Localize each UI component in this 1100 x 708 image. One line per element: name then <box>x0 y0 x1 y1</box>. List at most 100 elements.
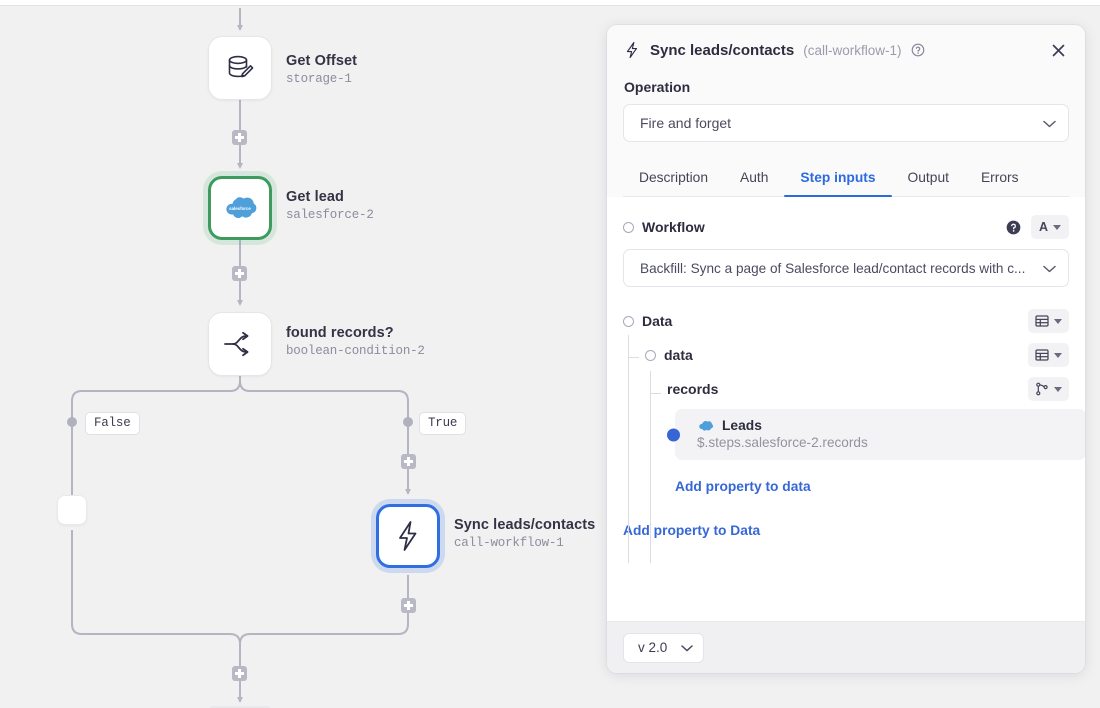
data-type-selector[interactable] <box>1028 309 1069 333</box>
canvas-node-boolean-condition-2[interactable] <box>208 312 272 376</box>
tree-guide-line-1 <box>628 335 629 563</box>
leads-value-card[interactable]: Leads $.steps.salesforce-2.records <box>667 409 1085 460</box>
records-row-actions <box>1028 377 1069 401</box>
canvas-node-empty-placeholder[interactable] <box>57 495 87 525</box>
records-type-selector[interactable] <box>1028 377 1069 401</box>
version-select[interactable]: v 2.0 <box>623 632 705 663</box>
tree-guide-line-2 <box>628 357 639 358</box>
panel-body: Workflow A Backfill: Sync a page of Sale… <box>607 197 1085 621</box>
workflow-value-text: Backfill: Sync a page of Salesforce lead… <box>640 260 1026 276</box>
data-child-radio-toggle[interactable] <box>645 349 656 361</box>
operation-label: Operation <box>624 79 691 95</box>
tab-errors[interactable]: Errors <box>965 160 1035 196</box>
add-property-to-Data-link[interactable]: Add property to Data <box>623 523 760 538</box>
add-property-to-data-wrap: Add property to data <box>675 478 1069 496</box>
branch-handle-false[interactable] <box>67 417 77 427</box>
node-title: found records? <box>286 325 394 341</box>
workflow-row-actions: A <box>1006 215 1069 239</box>
data-child-row-actions <box>1028 343 1069 367</box>
table-object-icon <box>1035 315 1049 327</box>
canvas-node-label-call-workflow-1: Sync leads/contacts call-workflow-1 <box>454 517 595 550</box>
data-child-type-selector[interactable] <box>1028 343 1069 367</box>
version-value: v 2.0 <box>638 640 668 655</box>
workflow-type-selector[interactable]: A <box>1031 215 1069 239</box>
canvas-node-label-salesforce-2: Get lead salesforce-2 <box>286 189 374 222</box>
chevron-down-icon <box>1054 352 1062 358</box>
chevron-down-icon <box>1053 224 1062 230</box>
canvas-node-label-boolean-condition-2: found records? boolean-condition-2 <box>286 325 425 358</box>
add-step-button-1[interactable] <box>232 130 247 145</box>
data-row-actions <box>1028 309 1069 333</box>
leads-title: Leads <box>722 418 762 433</box>
table-object-icon <box>1035 349 1049 361</box>
help-circle-icon[interactable] <box>911 43 925 57</box>
tab-output[interactable]: Output <box>892 160 965 196</box>
chevron-down-icon <box>1054 386 1062 392</box>
leads-title-row: Leads <box>697 418 1074 433</box>
tree-guide-line-4 <box>650 393 661 394</box>
panel-header: Sync leads/contacts (call-workflow-1) Op… <box>607 25 1085 197</box>
panel-footer: v 2.0 <box>607 621 1085 673</box>
node-subtitle: salesforce-2 <box>286 208 374 222</box>
canvas-node-salesforce-2[interactable]: salesforce <box>208 176 272 240</box>
chevron-down-icon <box>1043 261 1056 276</box>
canvas-node-label-storage-1: Get Offset storage-1 <box>286 53 357 86</box>
leads-connection-dot[interactable] <box>667 428 680 441</box>
node-subtitle: boolean-condition-2 <box>286 344 425 358</box>
leads-path: $.steps.salesforce-2.records <box>697 435 868 450</box>
chevron-down-icon <box>1043 115 1056 131</box>
tab-auth[interactable]: Auth <box>724 160 784 196</box>
panel-step-id: (call-workflow-1) <box>803 42 902 58</box>
add-step-button-3[interactable] <box>401 454 416 469</box>
svg-text:salesforce: salesforce <box>229 206 251 211</box>
workflow-radio-toggle[interactable] <box>623 221 634 233</box>
array-branch-icon <box>1036 382 1048 396</box>
branch-label-false: False <box>85 412 140 435</box>
branch-handle-true[interactable] <box>403 417 413 427</box>
close-icon[interactable] <box>1047 39 1069 61</box>
salesforce-cloud-icon <box>699 420 714 431</box>
field-row-workflow: Workflow A <box>623 215 1069 239</box>
panel-tabs: Description Auth Step inputs Output Erro… <box>623 160 1069 197</box>
data-child-label: data <box>664 347 693 363</box>
field-row-records: records <box>623 377 1069 401</box>
branch-split-icon <box>224 331 249 357</box>
salesforce-cloud-icon: salesforce <box>226 197 257 218</box>
add-property-to-data-link[interactable]: Add property to data <box>675 479 811 494</box>
operation-select[interactable]: Fire and forget <box>623 104 1069 142</box>
canvas-node-call-workflow-1[interactable] <box>376 504 440 568</box>
data-radio-toggle[interactable] <box>623 315 634 327</box>
add-step-button-2[interactable] <box>232 266 247 281</box>
add-step-button-5[interactable] <box>232 666 247 681</box>
chevron-down-icon <box>681 640 694 655</box>
data-label: Data <box>642 313 673 329</box>
panel-title: Sync leads/contacts <box>650 41 795 59</box>
branch-label-true: True <box>419 412 467 435</box>
field-row-data-child: data <box>623 343 1069 367</box>
step-detail-panel: Sync leads/contacts (call-workflow-1) Op… <box>607 25 1085 673</box>
panel-title-row: Sync leads/contacts (call-workflow-1) <box>623 39 1069 61</box>
lightning-bolt-icon <box>626 41 638 59</box>
data-tree: Data data records Leads $.steps.salesfor… <box>623 309 1085 563</box>
operation-select-value: Fire and forget <box>640 115 732 131</box>
lightning-bolt-icon <box>399 521 417 551</box>
node-subtitle: call-workflow-1 <box>454 536 564 550</box>
type-letter-icon: A <box>1038 220 1049 234</box>
node-subtitle: storage-1 <box>286 72 352 86</box>
help-filled-icon[interactable] <box>1006 220 1021 235</box>
tab-description[interactable]: Description <box>623 160 724 196</box>
node-title: Get Offset <box>286 53 358 69</box>
close-x-glyph <box>1052 44 1064 56</box>
add-step-button-4[interactable] <box>401 598 416 613</box>
add-property-to-Data-wrap: Add property to Data <box>623 522 1069 540</box>
node-title: Get lead <box>286 189 345 205</box>
canvas-node-storage-1[interactable] <box>208 36 272 100</box>
tree-guide-line-3 <box>650 371 651 563</box>
workflow-value-select[interactable]: Backfill: Sync a page of Salesforce lead… <box>623 249 1069 287</box>
workflow-label: Workflow <box>642 219 705 235</box>
tab-step-inputs[interactable]: Step inputs <box>784 160 892 197</box>
records-label: records <box>667 381 719 397</box>
chevron-down-icon <box>1054 318 1062 324</box>
field-row-data: Data <box>623 309 1069 333</box>
database-pencil-icon <box>228 55 254 78</box>
